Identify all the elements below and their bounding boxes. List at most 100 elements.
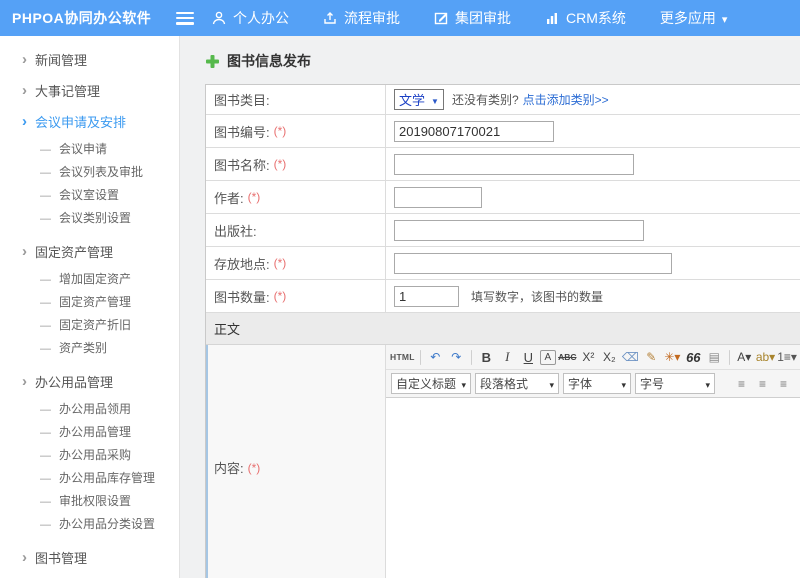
color-palette-button[interactable]: ✳▾ bbox=[663, 347, 682, 367]
custom-title-select[interactable]: 自定义标题 bbox=[391, 373, 471, 394]
caret-down-icon bbox=[457, 377, 466, 391]
bullet-icon bbox=[40, 318, 51, 332]
sidebar-item[interactable]: 办公用品分类设置 bbox=[0, 512, 179, 535]
format-painter-button[interactable]: ✎ bbox=[642, 347, 661, 367]
align-left-button[interactable]: ≡ bbox=[732, 374, 751, 394]
nav-crm-system[interactable]: CRM系统 bbox=[545, 8, 626, 28]
underline-button[interactable]: U bbox=[519, 347, 538, 367]
location-label: 存放地点: bbox=[214, 254, 270, 273]
sidebar-item[interactable]: 审批权限设置 bbox=[0, 489, 179, 512]
bullet-icon bbox=[40, 211, 51, 225]
bullet-icon bbox=[40, 188, 51, 202]
bullet-icon bbox=[22, 51, 27, 68]
quantity-input[interactable] bbox=[394, 286, 459, 307]
book-number-label: 图书编号: bbox=[214, 122, 270, 141]
flow-approval-icon bbox=[323, 11, 344, 25]
crm-chart-icon bbox=[545, 11, 566, 25]
sidebar-item[interactable]: 办公用品领用 bbox=[0, 397, 179, 420]
highlight-color-button[interactable]: ab▾ bbox=[756, 347, 775, 367]
sidebar-item[interactable]: 资产类别 bbox=[0, 336, 179, 359]
bullet-icon bbox=[22, 243, 27, 260]
align-center-button[interactable]: ≡ bbox=[753, 374, 772, 394]
bold-button[interactable]: B bbox=[477, 347, 496, 367]
menu-icon[interactable] bbox=[176, 12, 194, 25]
nav-flow-approval[interactable]: 流程审批 bbox=[323, 8, 400, 28]
caret-down-icon bbox=[716, 10, 728, 26]
caret-down-icon bbox=[617, 377, 626, 391]
page-head: 图书信息发布 bbox=[180, 36, 800, 71]
superscript-button[interactable]: X² bbox=[579, 347, 598, 367]
category-select[interactable]: 文学 bbox=[394, 89, 444, 110]
location-input[interactable] bbox=[394, 253, 672, 274]
sidebar-item[interactable]: 办公用品采购 bbox=[0, 443, 179, 466]
blockquote-button[interactable]: 66 bbox=[684, 347, 703, 367]
nav-more-apps[interactable]: 更多应用 bbox=[660, 8, 728, 28]
row-category: 图书类目: 文学 还没有类别? 点击添加类别>> bbox=[206, 85, 800, 115]
bullet-icon bbox=[40, 142, 51, 156]
body-section-header: 正文 bbox=[206, 313, 800, 345]
sidebar-item[interactable]: 图书管理 bbox=[0, 542, 179, 573]
editor-content-area[interactable] bbox=[386, 398, 800, 578]
sidebar-item[interactable]: 会议类别设置 bbox=[0, 206, 179, 229]
toolbar-separator bbox=[471, 350, 472, 365]
row-book-name: 图书名称: (*) bbox=[206, 148, 800, 181]
remove-format-button[interactable]: A bbox=[540, 350, 556, 365]
paragraph-format-select[interactable]: 段落格式 bbox=[475, 373, 559, 394]
bullet-icon bbox=[40, 471, 51, 485]
caret-down-icon bbox=[425, 92, 439, 107]
category-label: 图书类目: bbox=[214, 90, 270, 109]
book-form: 图书类目: 文学 还没有类别? 点击添加类别>> 图书编号: (*) bbox=[205, 84, 800, 578]
font-family-select[interactable]: 字体 bbox=[563, 373, 631, 394]
row-content: 内容: (*) HTML↶↷BIUAABCX²X₂⌫✎✳▾66▤A▾ab▾1≡▾… bbox=[206, 345, 800, 578]
sidebar-item[interactable]: 固定资产管理 bbox=[0, 236, 179, 267]
add-category-link[interactable]: 点击添加类别>> bbox=[523, 91, 609, 108]
sidebar: 新闻管理 大事记管理 会议申请及安排 会议申请 会议列表及审批 会议室设置 会议… bbox=[0, 36, 180, 578]
sidebar-item[interactable]: 办公用品管理 bbox=[0, 420, 179, 443]
sidebar-item[interactable]: 办公用品库存管理 bbox=[0, 466, 179, 489]
undo-button[interactable]: ↶ bbox=[426, 347, 445, 367]
align-right-button[interactable]: ≡ bbox=[774, 374, 793, 394]
author-input[interactable] bbox=[394, 187, 482, 208]
sidebar-item[interactable]: 办公用品管理 bbox=[0, 366, 179, 397]
sidebar-item[interactable]: 大事记管理 bbox=[0, 75, 179, 106]
sidebar-item[interactable]: 增加固定资产 bbox=[0, 267, 179, 290]
editor-toolbar-row2: 自定义标题 段落格式 字体 字号 bbox=[386, 370, 800, 398]
group-approval-icon bbox=[434, 11, 455, 25]
paste-button[interactable]: ▤ bbox=[705, 347, 724, 367]
bullet-icon bbox=[22, 549, 27, 566]
eraser-button[interactable]: ⌫ bbox=[621, 347, 640, 367]
sidebar-item[interactable]: 会议申请及安排 bbox=[0, 106, 179, 137]
align-justify-button[interactable]: ≡ bbox=[795, 374, 800, 394]
author-label: 作者: bbox=[214, 188, 244, 207]
bullet-icon bbox=[40, 272, 51, 286]
sidebar-item[interactable]: 固定资产折旧 bbox=[0, 313, 179, 336]
row-book-number: 图书编号: (*) bbox=[206, 115, 800, 148]
required-mark: (*) bbox=[274, 124, 287, 138]
sidebar-item[interactable]: 会议申请 bbox=[0, 137, 179, 160]
italic-button[interactable]: I bbox=[498, 347, 517, 367]
category-note: 还没有类别? bbox=[452, 91, 519, 108]
redo-button[interactable]: ↷ bbox=[447, 347, 466, 367]
bullet-icon bbox=[40, 448, 51, 462]
bullet-icon bbox=[40, 517, 51, 531]
nav-personal-office[interactable]: 个人办公 bbox=[212, 8, 289, 28]
strikethrough-button[interactable]: ABC bbox=[558, 347, 577, 367]
book-name-input[interactable] bbox=[394, 154, 634, 175]
sidebar-item[interactable]: 新闻管理 bbox=[0, 44, 179, 75]
sidebar-item[interactable]: 固定资产管理 bbox=[0, 290, 179, 313]
publisher-input[interactable] bbox=[394, 220, 644, 241]
sidebar-item[interactable]: 新建图书 bbox=[0, 573, 179, 578]
ordered-list-button[interactable]: 1≡▾ bbox=[777, 347, 797, 367]
required-mark: (*) bbox=[274, 256, 287, 270]
caret-down-icon bbox=[701, 377, 710, 391]
html-source-button[interactable]: HTML bbox=[390, 347, 415, 367]
sidebar-item[interactable]: 会议室设置 bbox=[0, 183, 179, 206]
nav-group-approval[interactable]: 集团审批 bbox=[434, 8, 511, 28]
toolbar-separator bbox=[729, 350, 730, 365]
book-number-input[interactable] bbox=[394, 121, 554, 142]
subscript-button[interactable]: X₂ bbox=[600, 347, 619, 367]
font-color-button[interactable]: A▾ bbox=[735, 347, 754, 367]
font-size-select[interactable]: 字号 bbox=[635, 373, 715, 394]
sidebar-item[interactable]: 会议列表及审批 bbox=[0, 160, 179, 183]
top-nav: 个人办公 流程审批 集团审批 CRM系统 更多应用 bbox=[212, 8, 761, 28]
